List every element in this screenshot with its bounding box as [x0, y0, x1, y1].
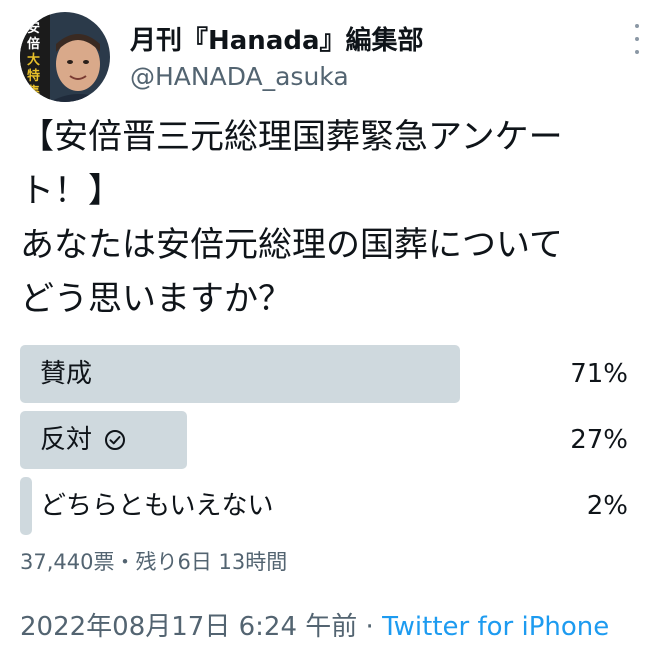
tweet-line: 【安倍晋三元総理国葬緊急アンケー: [20, 117, 563, 157]
avatar[interactable]: 安 倍 大 特 集: [20, 12, 110, 102]
tweet-datetime[interactable]: 2022年08月17日 6:24 午前: [20, 612, 357, 642]
author-display-name[interactable]: 月刊『Hanada』編集部: [130, 20, 424, 57]
poll-option-1[interactable]: 賛成 71%: [20, 345, 640, 403]
poll-meta: 37,440票・残り6日 13時間: [20, 550, 288, 574]
avatar-image: 安 倍 大 特 集: [20, 12, 110, 102]
tweet-line: ト！】: [20, 171, 122, 211]
poll-option-percent: 71%: [570, 359, 628, 389]
poll-option-3[interactable]: どちらともいえない 2%: [20, 477, 640, 535]
poll-option-label: どちらともいえない: [40, 491, 274, 521]
svg-text:集: 集: [26, 84, 41, 100]
svg-text:特: 特: [27, 68, 40, 84]
tweet-timestamp: 2022年08月17日 6:24 午前 · Twitter for iPhone: [20, 606, 609, 643]
poll-bar: [20, 477, 32, 535]
poll-option-percent: 2%: [586, 491, 628, 521]
poll-option-percent: 27%: [570, 425, 628, 455]
tweet-line: あなたは安倍元総理の国葬について: [20, 225, 563, 265]
svg-text:安: 安: [27, 20, 40, 36]
author-handle[interactable]: @HANADA_asuka: [130, 62, 349, 91]
tweet-text: 【安倍晋三元総理国葬緊急アンケー ト！】 あなたは安倍元総理の国葬について どう…: [20, 110, 660, 326]
separator: ·: [365, 612, 374, 642]
poll-option-label: 賛成: [40, 359, 93, 389]
check-circle-icon: [104, 429, 126, 451]
tweet-source-link[interactable]: Twitter for iPhone: [382, 612, 609, 642]
poll-option-2[interactable]: 反対 27%: [20, 411, 640, 469]
svg-text:倍: 倍: [27, 36, 40, 52]
poll-option-label: 反対: [40, 425, 93, 455]
tweet-line: どう思いますか？: [20, 279, 292, 319]
svg-text:大: 大: [27, 52, 40, 68]
more-vertical-icon[interactable]: [630, 24, 644, 54]
